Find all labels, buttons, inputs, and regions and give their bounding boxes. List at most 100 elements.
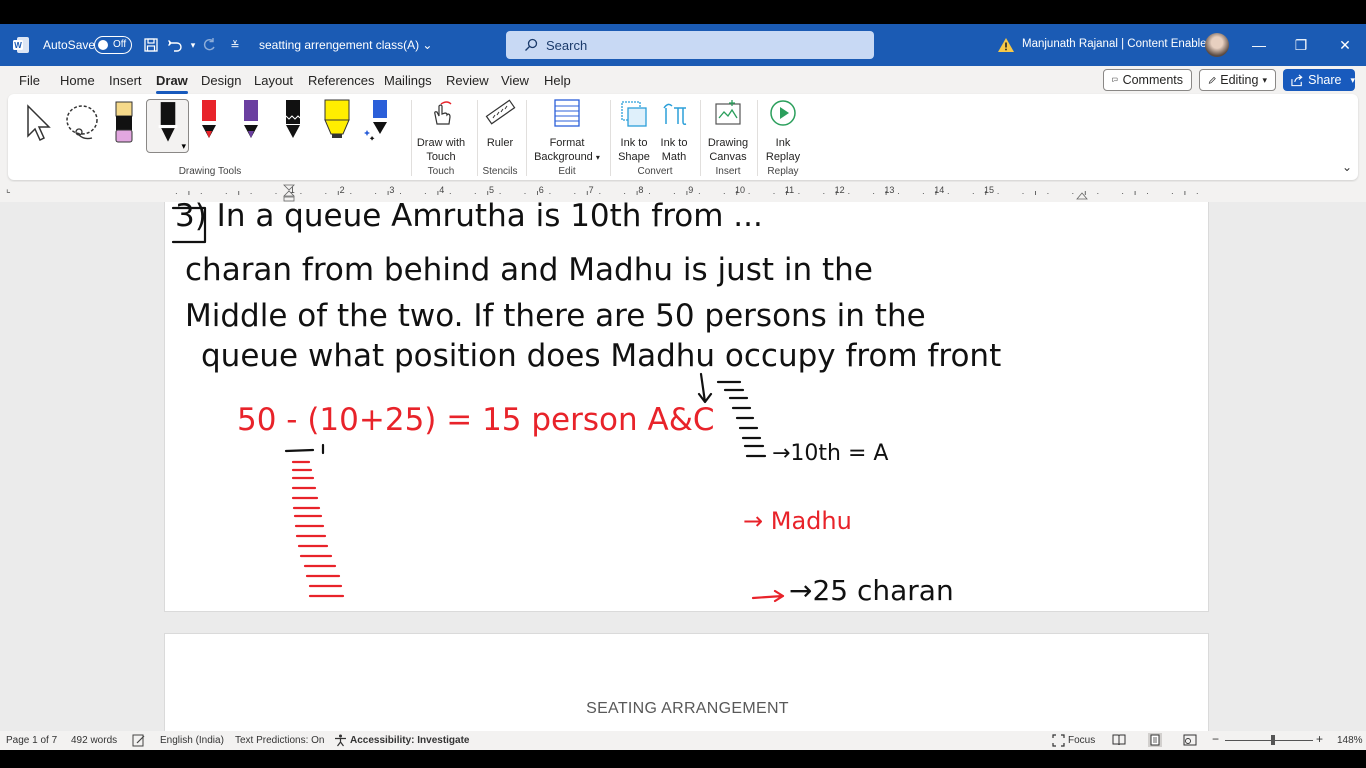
format-background-button[interactable]: Format Background ▾ xyxy=(532,98,602,165)
select-arrow-icon[interactable] xyxy=(20,98,60,148)
focus-label[interactable]: Focus xyxy=(1068,735,1095,746)
chevron-down-icon: ▾ xyxy=(595,153,600,162)
web-layout-icon[interactable] xyxy=(1183,734,1197,746)
horizontal-ruler[interactable]: 1 2 3 4 5 6 7 8 9 10 11 12 13 14 15 xyxy=(164,184,1209,202)
handwriting-line-3: Middle of the two. If there are 50 perso… xyxy=(185,298,926,334)
pen-red-icon[interactable] xyxy=(190,98,230,148)
autosave-label: AutoSave xyxy=(43,38,96,52)
ruler-button[interactable]: Ruler xyxy=(482,98,518,150)
draw-with-touch-button[interactable]: Draw with Touch xyxy=(413,98,469,164)
menu-bar: File Home Insert Draw Design Layout Refe… xyxy=(0,66,1366,94)
ink-to-shape-label-1: Ink to xyxy=(620,137,648,149)
minimize-icon[interactable]: — xyxy=(1248,34,1270,56)
page-1[interactable]: 3) In a queue Amrutha is 10th from ... c… xyxy=(164,202,1209,612)
divider xyxy=(526,100,527,176)
pen-galaxy-icon[interactable] xyxy=(359,98,399,148)
editing-label: Editing xyxy=(1220,73,1259,87)
focus-icon[interactable] xyxy=(1052,734,1065,747)
page-2[interactable]: SEATING ARRANGEMENT xyxy=(164,633,1209,731)
search-box[interactable]: Search xyxy=(506,31,874,59)
redo-icon[interactable] xyxy=(200,36,218,54)
highlighter-yellow-icon[interactable] xyxy=(317,98,357,148)
text-predictions[interactable]: Text Predictions: On xyxy=(235,735,324,746)
pen-purple-icon[interactable] xyxy=(232,98,272,148)
red-equation: 50 - (10+25) = 15 person A&C xyxy=(237,402,715,438)
page-2-heading: SEATING ARRANGEMENT xyxy=(586,700,789,717)
tab-references[interactable]: References xyxy=(308,73,374,88)
page-count[interactable]: Page 1 of 7 xyxy=(6,735,57,746)
proofing-icon[interactable] xyxy=(132,734,146,747)
ruler-number: 15 xyxy=(984,185,995,195)
drawing-canvas-button[interactable]: Drawing Canvas xyxy=(705,98,751,164)
zoom-level[interactable]: 148% xyxy=(1337,735,1363,746)
tab-home[interactable]: Home xyxy=(60,73,95,88)
document-area: 3) In a queue Amrutha is 10th from ... c… xyxy=(0,202,1366,731)
label-madhu: → Madhu xyxy=(743,507,852,535)
close-icon[interactable]: ✕ xyxy=(1334,34,1356,56)
chevron-down-icon: ▾ xyxy=(1350,74,1355,85)
tab-mailings[interactable]: Mailings xyxy=(384,73,432,88)
ink-replay-button[interactable]: Ink Replay xyxy=(763,98,803,164)
group-label-touch: Touch xyxy=(427,166,455,177)
save-icon[interactable] xyxy=(142,36,160,54)
avatar[interactable] xyxy=(1205,33,1229,57)
divider xyxy=(700,100,701,176)
ink-replay-label-2: Replay xyxy=(765,151,801,163)
ruler-label: Ruler xyxy=(486,137,514,149)
ruler-ticks xyxy=(175,191,1198,195)
zoom-in-icon[interactable]: + xyxy=(1316,732,1323,746)
tab-help[interactable]: Help xyxy=(544,73,571,88)
eraser-icon[interactable] xyxy=(104,98,144,148)
comments-button[interactable]: Comments xyxy=(1103,69,1192,91)
autosave-toggle[interactable]: Off xyxy=(94,36,132,54)
format-background-text: Background xyxy=(534,151,593,163)
right-indent-marker-icon[interactable] xyxy=(1076,190,1088,200)
language[interactable]: English (India) xyxy=(160,735,224,746)
zoom-slider[interactable] xyxy=(1225,735,1313,745)
divider xyxy=(610,100,611,176)
undo-icon[interactable] xyxy=(166,36,184,54)
collapse-ribbon-icon[interactable]: ⌄ xyxy=(1342,160,1352,174)
ruler-number: 5 xyxy=(489,185,495,195)
tab-layout[interactable]: Layout xyxy=(254,73,293,88)
tab-insert[interactable]: Insert xyxy=(109,73,142,88)
restore-icon[interactable]: ❐ xyxy=(1290,34,1312,56)
zoom-out-icon[interactable]: − xyxy=(1212,732,1219,746)
ink-to-shape-label-2: Shape xyxy=(618,151,650,163)
zoom-slider-thumb[interactable] xyxy=(1271,735,1275,745)
pen-selected-frame[interactable]: ▾ xyxy=(146,99,189,153)
warning-icon[interactable] xyxy=(997,36,1015,54)
document-title[interactable]: seatting arrengement class(A) ⌄ xyxy=(259,38,432,52)
user-name[interactable]: Manjunath Rajanal | Content Enablers xyxy=(1022,38,1216,50)
indent-marker-icon[interactable] xyxy=(283,184,295,202)
tab-view[interactable]: View xyxy=(501,73,529,88)
accessibility-icon[interactable] xyxy=(334,734,347,747)
red-queue-tally xyxy=(284,443,345,598)
tab-stop-icon[interactable]: ⌞ xyxy=(6,184,11,195)
pen-black-icon[interactable] xyxy=(274,98,314,148)
ink-to-math-button[interactable]: Ink to Math xyxy=(656,98,692,164)
lasso-select-icon[interactable] xyxy=(62,98,102,148)
tab-design[interactable]: Design xyxy=(201,73,241,88)
red-arrow xyxy=(751,589,785,603)
tab-draw[interactable]: Draw xyxy=(156,73,188,94)
print-layout-icon[interactable] xyxy=(1148,733,1162,747)
ink-to-shape-button[interactable]: Ink to Shape xyxy=(616,98,652,164)
svg-text:W: W xyxy=(14,41,22,50)
chevron-down-icon: ▾ xyxy=(181,141,186,151)
touch-hand-icon xyxy=(434,101,452,125)
read-mode-icon[interactable] xyxy=(1112,734,1126,746)
word-count[interactable]: 492 words xyxy=(71,735,117,746)
customize-toolbar-icon[interactable]: ≚ xyxy=(226,36,244,54)
ruler-row: ⌞ 1 2 3 4 5 6 7 8 9 10 11 12 13 14 15 xyxy=(0,182,1366,202)
divider xyxy=(411,100,412,176)
accessibility-status[interactable]: Accessibility: Investigate xyxy=(350,735,470,746)
tab-file[interactable]: File xyxy=(19,73,40,88)
share-button[interactable]: Share ▾ xyxy=(1283,69,1355,91)
tab-review[interactable]: Review xyxy=(446,73,489,88)
ruler-number: 10 xyxy=(735,185,746,195)
title-bar: W AutoSave Off ▾ ≚ seatting arrengement … xyxy=(0,24,1366,66)
ruler-number: 13 xyxy=(884,185,895,195)
group-label-drawing-tools: Drawing Tools xyxy=(178,166,242,177)
editing-button[interactable]: Editing ▾ xyxy=(1199,69,1276,91)
